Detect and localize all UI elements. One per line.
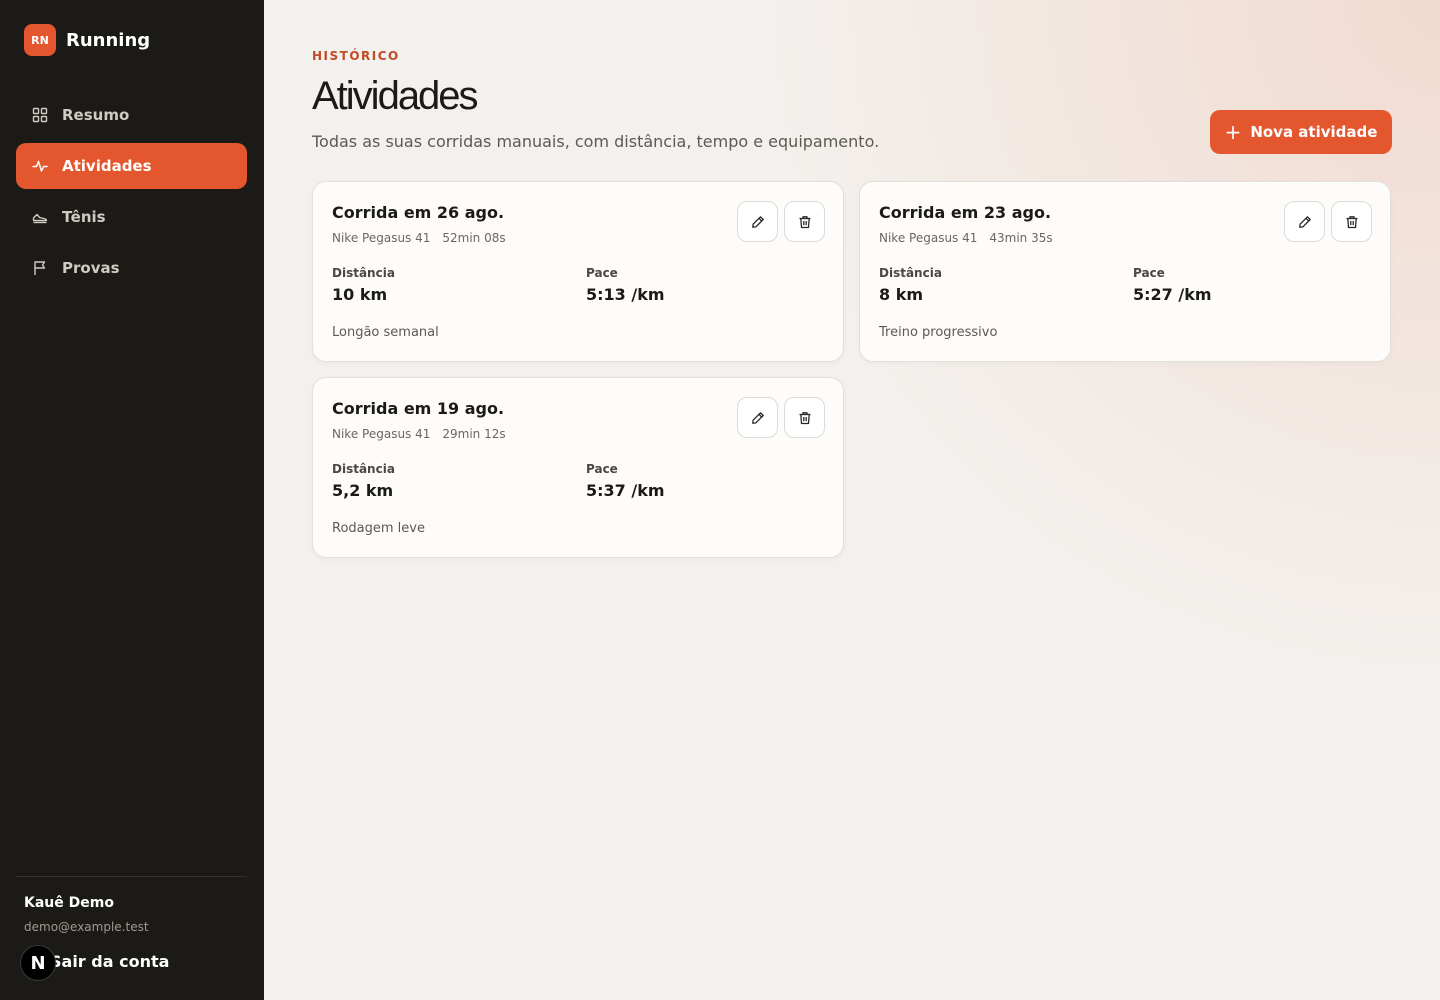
card-actions (1284, 201, 1372, 242)
sidebar: RN Running Resumo Atividades Tênis Prova… (0, 0, 264, 1000)
delete-button[interactable] (1331, 201, 1372, 242)
activity-note: Rodagem leve (332, 521, 425, 536)
activity-icon (32, 158, 48, 174)
activity-shoe: Nike Pegasus 41 (332, 427, 431, 441)
sidebar-item-atividades[interactable]: Atividades (16, 143, 247, 189)
activity-card: Corrida em 26 ago. Nike Pegasus 41 52min… (312, 181, 844, 362)
activity-duration: 43min 35s (989, 231, 1053, 245)
sidebar-item-tenis[interactable]: Tênis (16, 194, 247, 240)
pencil-icon (751, 411, 764, 424)
edit-button[interactable] (737, 397, 778, 438)
grid-icon (32, 107, 48, 123)
sidebar-divider (16, 876, 247, 877)
card-actions (737, 201, 825, 242)
distance-label: Distância (879, 266, 942, 280)
activity-shoe: Nike Pegasus 41 (332, 231, 431, 245)
distance-label: Distância (332, 462, 395, 476)
pencil-icon (751, 215, 764, 228)
brand[interactable]: RN Running (24, 24, 150, 56)
page-eyebrow: HISTÓRICO (312, 49, 400, 63)
sidebar-item-label: Atividades (62, 157, 152, 175)
sidebar-item-label: Resumo (62, 106, 130, 124)
activity-title: Corrida em 19 ago. (332, 399, 505, 418)
plus-icon: + (1224, 120, 1242, 144)
pace-label: Pace (586, 266, 618, 280)
pace-label: Pace (1133, 266, 1165, 280)
activity-title: Corrida em 23 ago. (879, 203, 1052, 222)
sidebar-item-label: Tênis (62, 208, 106, 226)
activity-note: Longão semanal (332, 325, 439, 340)
pace-stat: Pace 5:27 /km (1133, 266, 1212, 304)
activity-card: Corrida em 19 ago. Nike Pegasus 41 29min… (312, 377, 844, 558)
distance-value: 8 km (879, 285, 924, 304)
edit-button[interactable] (737, 201, 778, 242)
sidebar-item-provas[interactable]: Provas (16, 245, 247, 291)
distance-value: 5,2 km (332, 481, 394, 500)
distance-label: Distância (332, 266, 395, 280)
shoe-icon (32, 209, 48, 225)
trash-icon (799, 215, 810, 228)
sidebar-nav: Resumo Atividades Tênis Provas (16, 92, 247, 296)
flag-icon (32, 260, 48, 276)
new-activity-label: Nova atividade (1250, 123, 1378, 141)
sidebar-item-label: Provas (62, 259, 120, 277)
activity-note: Treino progressivo (879, 325, 998, 340)
pace-stat: Pace 5:13 /km (586, 266, 665, 304)
card-actions (737, 397, 825, 438)
pencil-icon (1298, 215, 1311, 228)
brand-logo: RN (24, 24, 56, 56)
delete-button[interactable] (784, 397, 825, 438)
activity-duration: 52min 08s (442, 231, 506, 245)
brand-name: Running (66, 29, 151, 51)
pace-value: 5:13 /km (586, 285, 665, 304)
sidebar-item-resumo[interactable]: Resumo (16, 92, 247, 138)
trash-icon (1346, 215, 1357, 228)
delete-button[interactable] (784, 201, 825, 242)
user-name: Kauê Demo (24, 895, 114, 911)
edit-button[interactable] (1284, 201, 1325, 242)
pace-stat: Pace 5:37 /km (586, 462, 665, 500)
distance-value: 10 km (332, 285, 388, 304)
page-title: Atividades (312, 74, 479, 118)
pace-value: 5:37 /km (586, 481, 665, 500)
pace-value: 5:27 /km (1133, 285, 1212, 304)
logout-link[interactable]: Sair da conta (50, 952, 169, 971)
distance-stat: Distância 5,2 km (332, 462, 395, 500)
user-email: demo@example.test (24, 920, 149, 934)
activity-meta: Nike Pegasus 41 29min 12s (332, 427, 506, 441)
distance-stat: Distância 8 km (879, 266, 942, 304)
activity-meta: Nike Pegasus 41 52min 08s (332, 231, 506, 245)
activity-card: Corrida em 23 ago. Nike Pegasus 41 43min… (859, 181, 1391, 362)
page-subtitle: Todas as suas corridas manuais, com dist… (312, 132, 880, 151)
pace-label: Pace (586, 462, 618, 476)
distance-stat: Distância 10 km (332, 266, 395, 304)
activity-shoe: Nike Pegasus 41 (879, 231, 978, 245)
dev-badge[interactable]: N (20, 945, 56, 981)
activity-meta: Nike Pegasus 41 43min 35s (879, 231, 1053, 245)
activity-title: Corrida em 26 ago. (332, 203, 505, 222)
new-activity-button[interactable]: + Nova atividade (1210, 110, 1392, 154)
activity-duration: 29min 12s (442, 427, 506, 441)
trash-icon (799, 411, 810, 424)
